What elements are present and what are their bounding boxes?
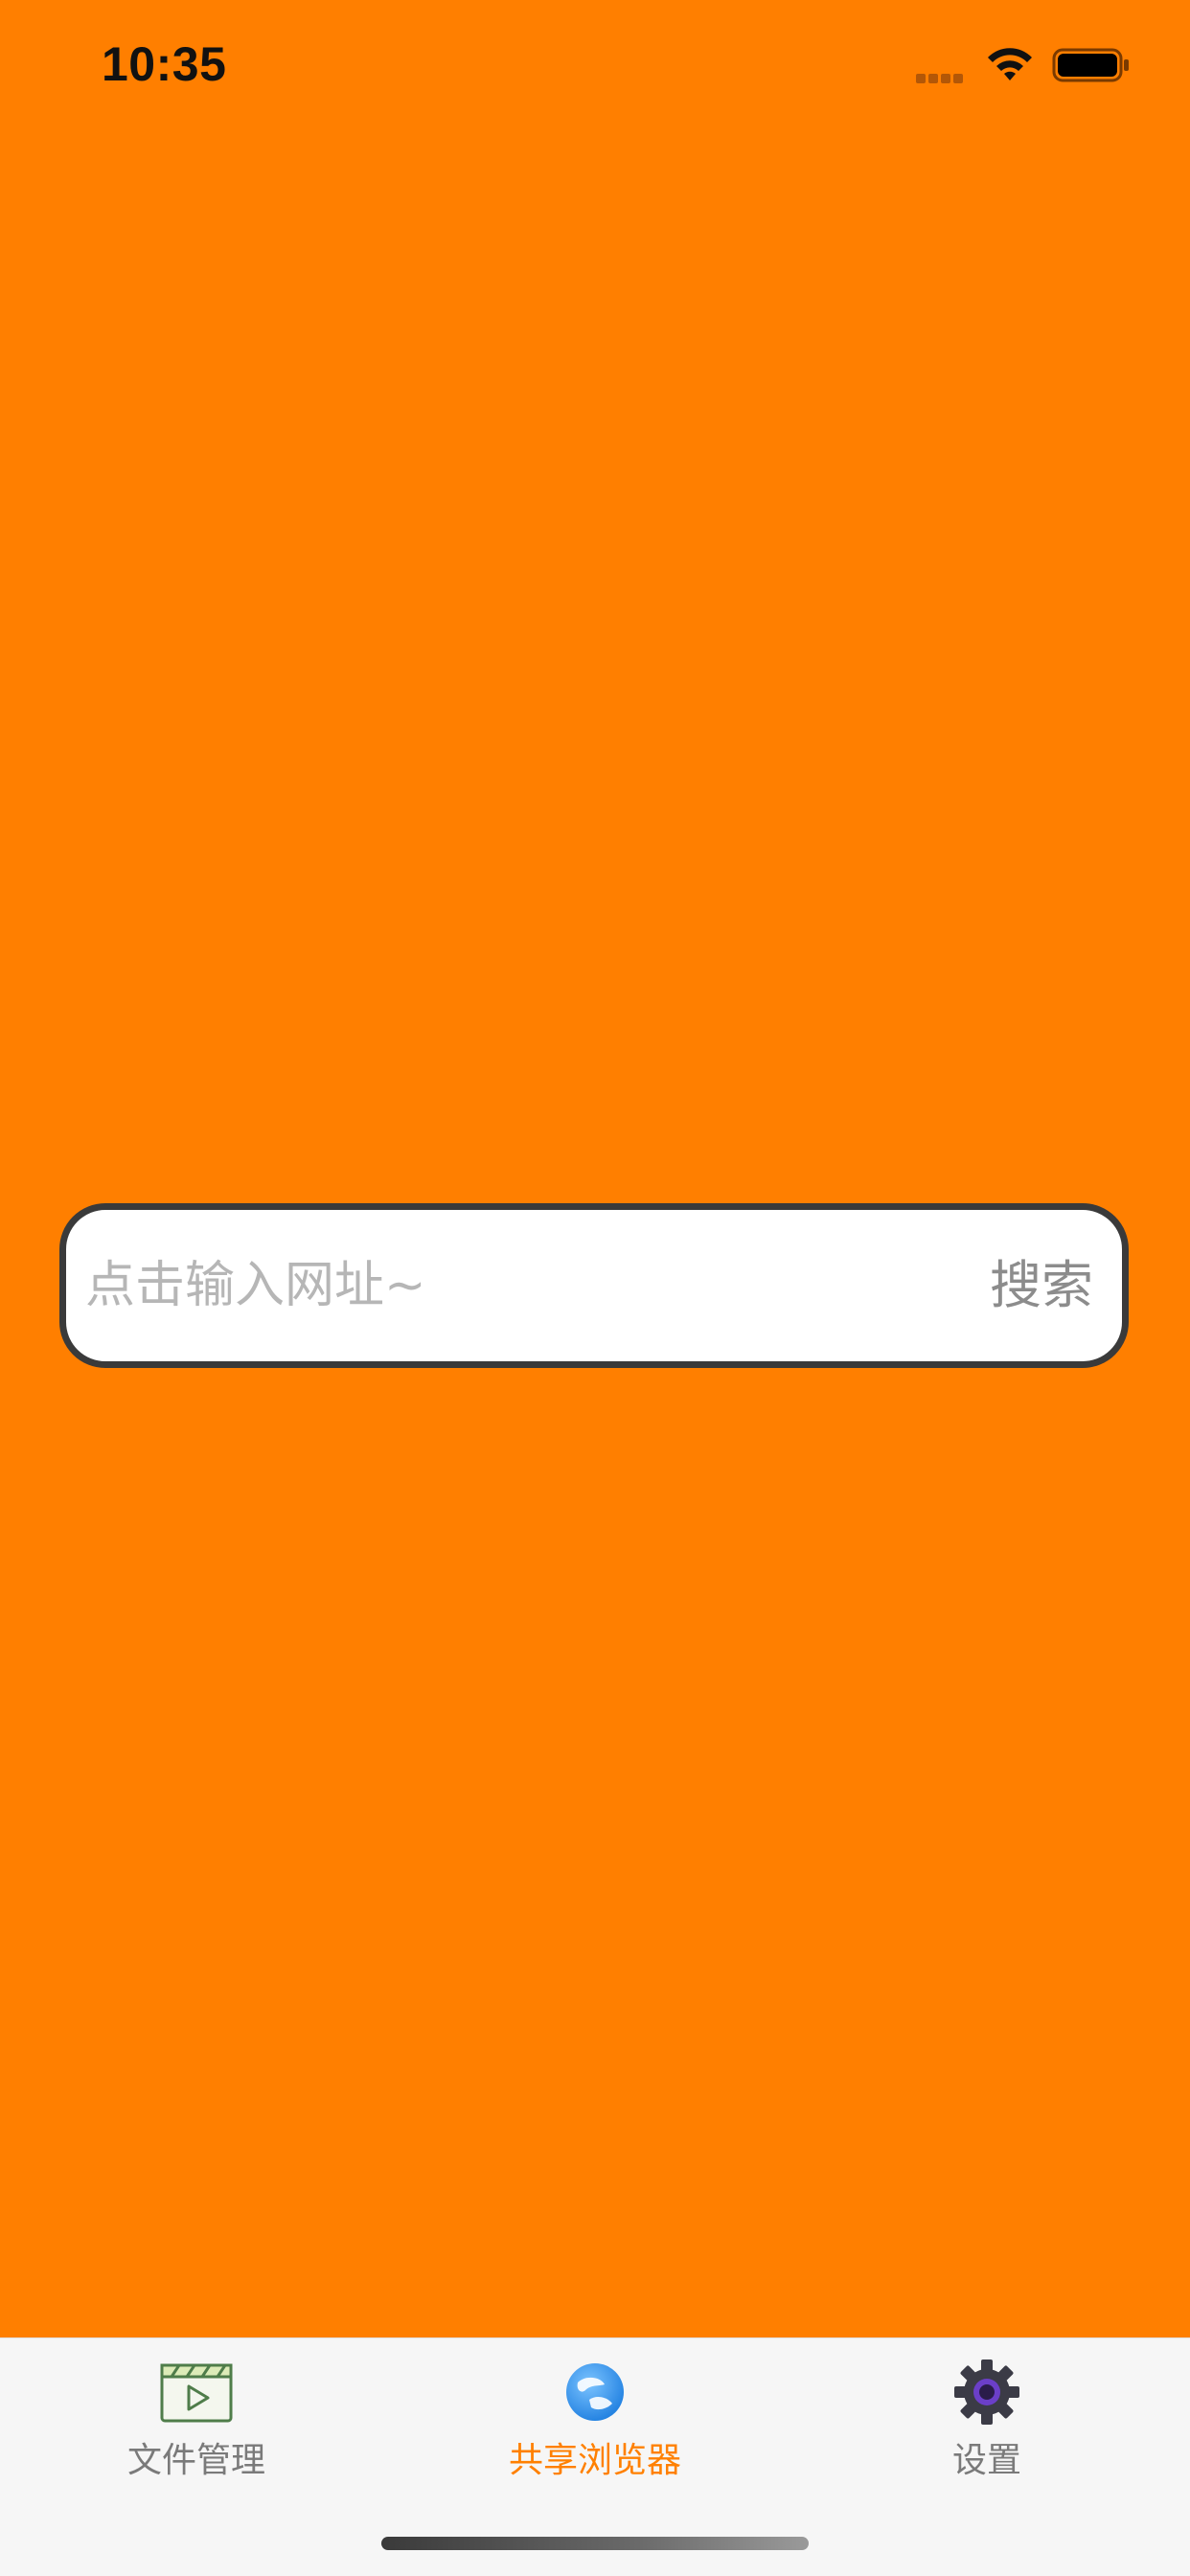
film-clapper-icon xyxy=(160,2363,233,2423)
wifi-icon xyxy=(988,48,1032,80)
tab-file-manager[interactable]: 文件管理 xyxy=(53,2356,340,2509)
globe-icon xyxy=(566,2363,624,2421)
battery-icon xyxy=(1052,48,1129,82)
tab-shared-browser[interactable]: 共享浏览器 xyxy=(451,2356,739,2509)
tab-settings[interactable]: 设置 xyxy=(843,2356,1131,2509)
status-bar: 10:35 xyxy=(0,0,1190,134)
cellular-signal-icon xyxy=(916,69,972,83)
url-input[interactable] xyxy=(85,1210,948,1361)
tab-label: 设置 xyxy=(951,2441,1021,2480)
status-time: 10:35 xyxy=(102,37,227,91)
gear-icon xyxy=(954,2359,1019,2425)
home-indicator xyxy=(381,2537,809,2550)
url-search-bar: 搜索 xyxy=(59,1203,1129,1368)
tab-label: 共享浏览器 xyxy=(508,2441,681,2480)
search-button[interactable]: 搜索 xyxy=(990,1210,1093,1361)
tab-label: 文件管理 xyxy=(126,2441,265,2480)
